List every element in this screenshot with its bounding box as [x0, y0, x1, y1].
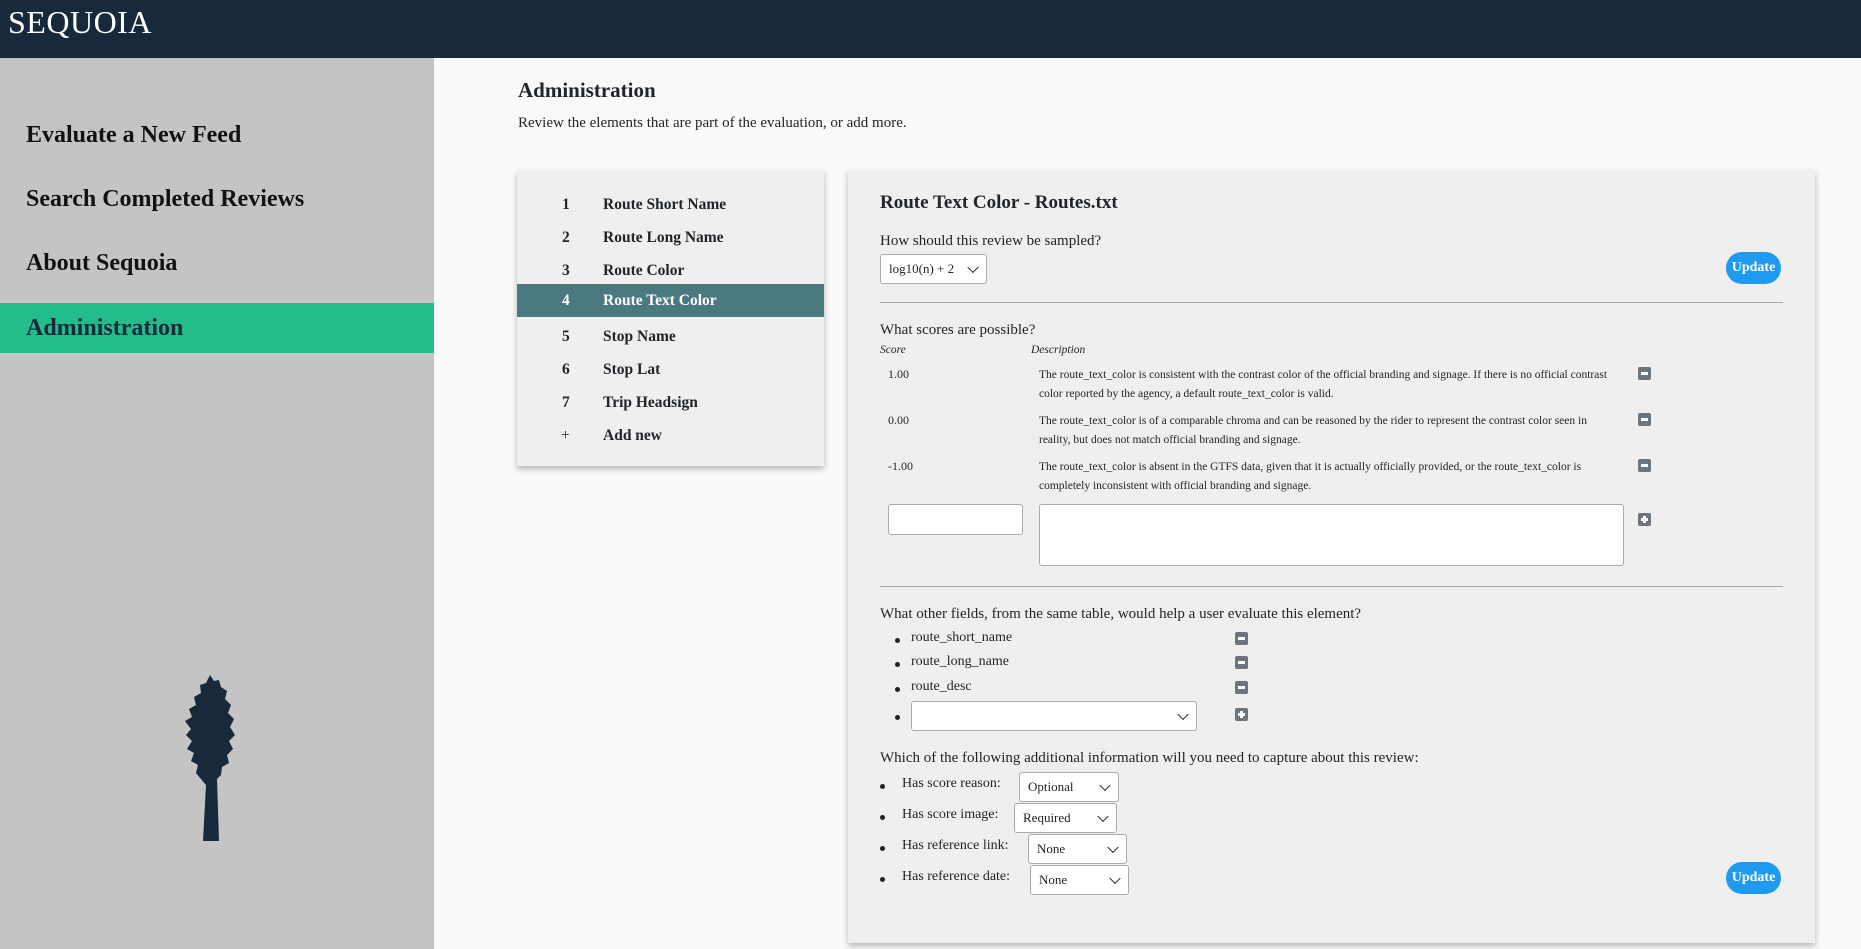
- page-title: Administration: [518, 78, 656, 102]
- sidebar-item-search-completed-reviews[interactable]: Search Completed Reviews: [0, 174, 434, 224]
- additional-info-question: Which of the following additional inform…: [880, 750, 1419, 766]
- element-number: 1: [562, 196, 570, 213]
- page-subtitle: Review the elements that are part of the…: [518, 115, 907, 131]
- has-reference-date-label: Has reference date:: [902, 869, 1011, 884]
- element-number: 7: [562, 394, 570, 411]
- chevron-down-icon: [1177, 708, 1189, 721]
- remove-field-icon[interactable]: [1235, 632, 1248, 645]
- field-item: route_long_name: [911, 654, 1009, 669]
- scores-question: What scores are possible?: [880, 322, 1036, 338]
- new-score-input[interactable]: [888, 504, 1023, 535]
- element-number: 5: [562, 328, 570, 345]
- divider: [880, 586, 1783, 587]
- element-number: 3: [562, 262, 570, 279]
- has-score-reason-label: Has score reason:: [902, 776, 1001, 791]
- bullet: [895, 715, 900, 720]
- element-item-stop-name[interactable]: 5 Stop Name: [517, 320, 824, 353]
- remove-score-icon[interactable]: [1638, 459, 1651, 472]
- bullet: [880, 784, 885, 789]
- element-item-route-text-color[interactable]: 4 Route Text Color: [517, 284, 824, 317]
- element-detail-panel: Route Text Color - Routes.txt How should…: [848, 170, 1815, 943]
- has-score-reason-select[interactable]: Optional: [1019, 772, 1119, 802]
- divider: [880, 302, 1783, 303]
- detail-title: Route Text Color - Routes.txt: [880, 192, 1118, 213]
- has-reference-date-value: None: [1039, 872, 1068, 887]
- element-number: 2: [562, 229, 570, 246]
- remove-field-icon[interactable]: [1235, 656, 1248, 669]
- has-reference-link-value: None: [1037, 841, 1066, 856]
- remove-field-icon[interactable]: [1235, 681, 1248, 694]
- score-column-header: Score: [880, 344, 906, 356]
- element-list: 1 Route Short Name 2 Route Long Name 3 R…: [517, 170, 824, 466]
- element-label: Route Long Name: [603, 229, 724, 246]
- has-score-reason-value: Optional: [1028, 779, 1074, 794]
- has-reference-date-select[interactable]: None: [1030, 865, 1129, 895]
- element-label: Route Color: [603, 262, 685, 279]
- bullet: [880, 846, 885, 851]
- remove-score-icon[interactable]: [1638, 413, 1651, 426]
- bullet: [895, 687, 900, 692]
- bullet: [895, 638, 900, 643]
- element-item-route-short-name[interactable]: 1 Route Short Name: [517, 188, 824, 221]
- sidebar-item-administration[interactable]: Administration: [0, 303, 434, 353]
- plus-icon: +: [561, 427, 570, 444]
- chevron-down-icon: [1107, 841, 1119, 854]
- sampling-select[interactable]: log10(n) + 2: [880, 254, 987, 284]
- remove-score-icon[interactable]: [1638, 367, 1651, 380]
- brand-logo[interactable]: SEQUOIA: [8, 4, 152, 41]
- bullet: [895, 662, 900, 667]
- element-item-route-color[interactable]: 3 Route Color: [517, 254, 824, 287]
- update-additional-button[interactable]: Update: [1726, 862, 1781, 894]
- top-bar: SEQUOIA: [0, 0, 1861, 58]
- has-score-image-label: Has score image:: [902, 807, 999, 822]
- has-score-image-value: Required: [1023, 810, 1071, 825]
- chevron-down-icon: [1099, 779, 1111, 792]
- score-value: -1.00: [888, 459, 913, 473]
- has-score-image-select[interactable]: Required: [1014, 803, 1117, 833]
- bullet: [880, 877, 885, 882]
- has-reference-link-label: Has reference link:: [902, 838, 1009, 853]
- element-label: Route Short Name: [603, 196, 727, 213]
- chevron-down-icon: [967, 261, 979, 274]
- score-value: 0.00: [888, 413, 909, 427]
- sampling-question: How should this review be sampled?: [880, 233, 1102, 249]
- field-item: route_short_name: [911, 630, 1013, 645]
- score-description: The route_text_color is absent in the GT…: [1039, 461, 1582, 492]
- sequoia-tree-icon: [185, 675, 235, 841]
- sampling-selected-value: log10(n) + 2: [889, 261, 955, 276]
- element-number: 6: [562, 361, 570, 378]
- new-description-textarea[interactable]: [1039, 504, 1624, 566]
- element-item-route-long-name[interactable]: 2 Route Long Name: [517, 221, 824, 254]
- chevron-down-icon: [1097, 810, 1109, 823]
- element-label: Stop Name: [603, 328, 676, 345]
- chevron-down-icon: [1109, 872, 1121, 885]
- score-description: The route_text_color is of a comparable …: [1039, 415, 1587, 446]
- sidebar: Evaluate a New Feed Search Completed Rev…: [0, 58, 434, 949]
- sidebar-item-about-sequoia[interactable]: About Sequoia: [0, 238, 434, 288]
- description-column-header: Description: [1031, 344, 1086, 356]
- element-number: 4: [562, 292, 570, 309]
- update-sampling-button[interactable]: Update: [1726, 252, 1781, 284]
- add-new-label: Add new: [603, 427, 663, 444]
- element-label: Trip Headsign: [603, 394, 698, 411]
- has-reference-link-select[interactable]: None: [1028, 834, 1127, 864]
- new-field-select[interactable]: [911, 701, 1197, 731]
- score-value: 1.00: [888, 367, 909, 381]
- add-new-element-button[interactable]: + Add new: [517, 419, 824, 452]
- bullet: [880, 815, 885, 820]
- add-score-icon[interactable]: [1638, 513, 1651, 526]
- element-label: Route Text Color: [603, 292, 717, 309]
- sidebar-item-evaluate-new-feed[interactable]: Evaluate a New Feed: [0, 110, 434, 160]
- element-label: Stop Lat: [603, 361, 661, 378]
- fields-question: What other fields, from the same table, …: [880, 606, 1362, 622]
- score-description: The route_text_color is consistent with …: [1039, 369, 1608, 400]
- field-item: route_desc: [911, 679, 972, 694]
- element-item-trip-headsign[interactable]: 7 Trip Headsign: [517, 386, 824, 419]
- element-item-stop-lat[interactable]: 6 Stop Lat: [517, 353, 824, 386]
- add-field-icon[interactable]: [1235, 708, 1248, 721]
